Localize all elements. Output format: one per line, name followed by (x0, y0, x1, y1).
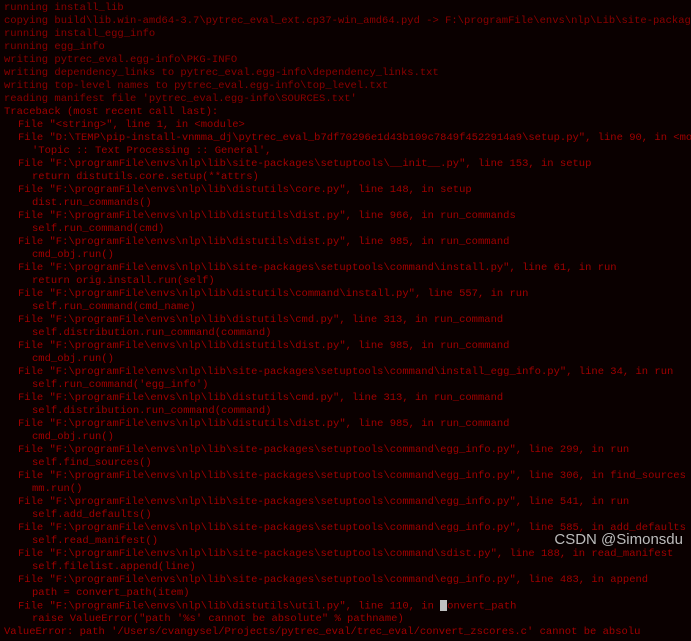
terminal-line: running egg_info (4, 41, 687, 54)
terminal-line: cmd_obj.run() (4, 431, 687, 444)
terminal-line: File "F:\programFile\envs\nlp\lib\site-p… (4, 574, 687, 587)
terminal-line: mm.run() (4, 483, 687, 496)
terminal-line: raise ValueError("path '%s' cannot be ab… (4, 613, 687, 626)
terminal-line: File "F:\programFile\envs\nlp\lib\site-p… (4, 366, 687, 379)
terminal-line: self.distribution.run_command(command) (4, 327, 687, 340)
terminal-line: File "D:\TEMP\pip-install-vnmma_dj\pytre… (4, 132, 687, 145)
terminal-line: cmd_obj.run() (4, 353, 687, 366)
terminal-line: reading manifest file 'pytrec_eval.egg-i… (4, 93, 687, 106)
terminal-line: running install_lib (4, 2, 687, 15)
terminal-line: self.filelist.append(line) (4, 561, 687, 574)
terminal-line: 'Topic :: Text Processing :: General', (4, 145, 687, 158)
terminal-line: File "<string>", line 1, in <module> (4, 119, 687, 132)
terminal-line: writing dependency_links to pytrec_eval.… (4, 67, 687, 80)
terminal-line: File "F:\programFile\envs\nlp\lib\site-p… (4, 262, 687, 275)
terminal-line: File "F:\programFile\envs\nlp\lib\site-p… (4, 470, 687, 483)
terminal-line: copying build\lib.win-amd64-3.7\pytrec_e… (4, 15, 687, 28)
terminal-line: cmd_obj.run() (4, 249, 687, 262)
terminal-line: return distutils.core.setup(**attrs) (4, 171, 687, 184)
terminal-line: File "F:\programFile\envs\nlp\lib\distut… (4, 288, 687, 301)
terminal-line: running install_egg_info (4, 28, 687, 41)
terminal-line: self.run_command(cmd_name) (4, 301, 687, 314)
terminal-line: File "F:\programFile\envs\nlp\lib\site-p… (4, 548, 687, 561)
terminal-line: File "F:\programFile\envs\nlp\lib\site-p… (4, 444, 687, 457)
terminal-line: File "F:\programFile\envs\nlp\lib\distut… (4, 600, 687, 613)
terminal-line: path = convert_path(item) (4, 587, 687, 600)
terminal-line: File "F:\programFile\envs\nlp\lib\distut… (4, 418, 687, 431)
terminal-line: writing pytrec_eval.egg-info\PKG-INFO (4, 54, 687, 67)
terminal-line: self.distribution.run_command(command) (4, 405, 687, 418)
terminal-line: File "F:\programFile\envs\nlp\lib\distut… (4, 314, 687, 327)
terminal-line: File "F:\programFile\envs\nlp\lib\site-p… (4, 158, 687, 171)
terminal-line: Traceback (most recent call last): (4, 106, 687, 119)
terminal-line: ValueError: path '/Users/cvangysel/Proje… (4, 626, 687, 639)
terminal-line: File "F:\programFile\envs\nlp\lib\site-p… (4, 496, 687, 509)
terminal-line: File "F:\programFile\envs\nlp\lib\distut… (4, 340, 687, 353)
terminal-line: File "F:\programFile\envs\nlp\lib\distut… (4, 210, 687, 223)
terminal-line: dist.run_commands() (4, 197, 687, 210)
terminal-line: writing top-level names to pytrec_eval.e… (4, 80, 687, 93)
terminal-line: File "F:\programFile\envs\nlp\lib\distut… (4, 184, 687, 197)
terminal-line: self.find_sources() (4, 457, 687, 470)
terminal-line: self.run_command('egg_info') (4, 379, 687, 392)
watermark: CSDN @Simonsdu (554, 533, 683, 546)
terminal-line: self.add_defaults() (4, 509, 687, 522)
terminal-line: File "F:\programFile\envs\nlp\lib\distut… (4, 236, 687, 249)
terminal-line: File "F:\programFile\envs\nlp\lib\distut… (4, 392, 687, 405)
text-cursor (440, 600, 447, 611)
terminal-line: self.run_command(cmd) (4, 223, 687, 236)
terminal-line: return orig.install.run(self) (4, 275, 687, 288)
